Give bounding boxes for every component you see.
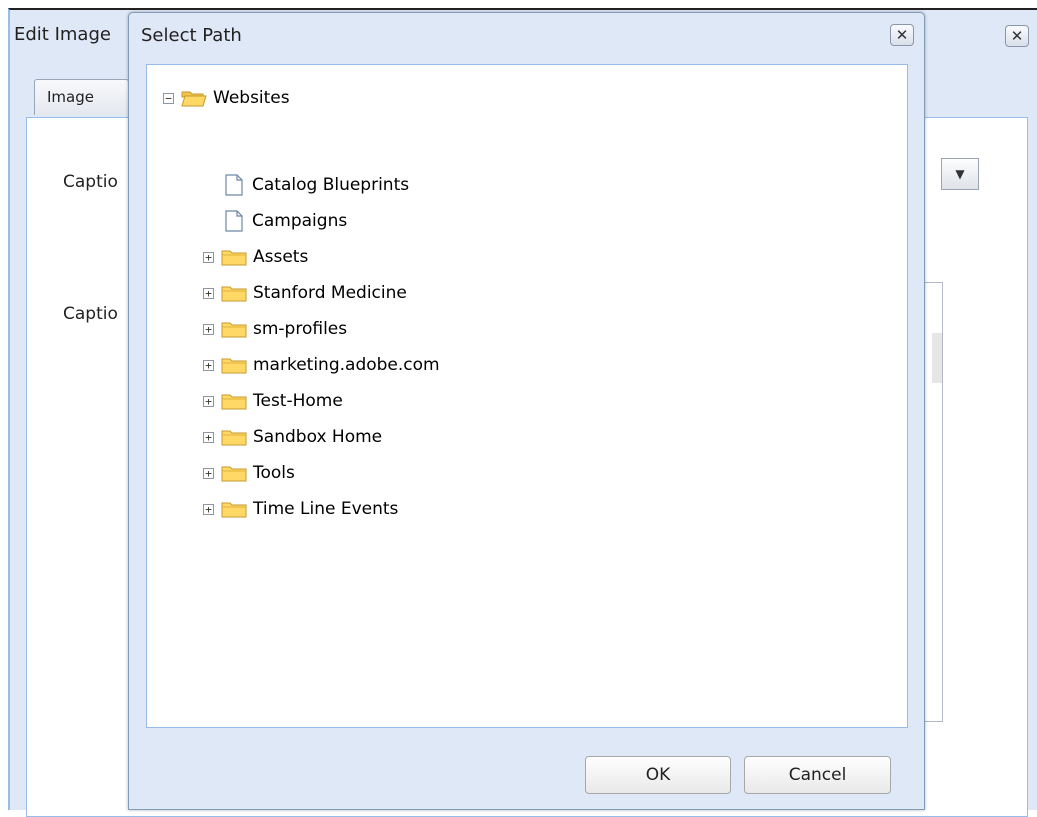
select-path-title: Select Path	[141, 25, 242, 46]
path-tree-panel: − Websites Catalog Blueprints Campaigns …	[146, 64, 908, 728]
tree-node-label: Stanford Medicine	[253, 283, 407, 303]
folder-icon	[221, 394, 247, 410]
caption-label: Captio	[63, 172, 118, 192]
folder-icon	[221, 322, 247, 338]
folder-icon	[221, 358, 247, 374]
tab-image[interactable]: Image	[34, 79, 129, 115]
tree-node-label: Websites	[213, 88, 290, 108]
tree-node-label: Time Line Events	[253, 499, 399, 519]
tree-node-label: Tools	[253, 463, 295, 483]
tree-node-websites[interactable]: − Websites	[163, 84, 290, 112]
folder-icon	[221, 286, 247, 302]
scrollbar-thumb[interactable]	[932, 333, 942, 383]
select-path-dialog: Select Path ✕ − Websites Catalog Bluepri…	[128, 12, 925, 810]
expand-icon[interactable]: +	[203, 431, 214, 443]
tree-node-label: sm-profiles	[253, 319, 348, 339]
tree-node-stanford-medicine[interactable]: + Stanford Medicine	[203, 279, 407, 307]
tree-node-assets[interactable]: + Assets	[203, 243, 308, 271]
page-icon	[225, 210, 243, 232]
folder-open-icon	[181, 91, 207, 107]
expand-icon[interactable]: +	[203, 395, 214, 407]
expand-icon[interactable]: +	[203, 503, 214, 515]
tree-node-label: Sandbox Home	[253, 427, 383, 447]
tree-node-time-line-events[interactable]: + Time Line Events	[203, 495, 398, 523]
tree-node-campaigns[interactable]: Campaigns	[225, 207, 347, 235]
close-icon[interactable]: ✕	[890, 24, 914, 46]
folder-icon	[221, 250, 247, 266]
tree-node-sm-profiles[interactable]: + sm-profiles	[203, 315, 347, 343]
caption-label: Captio	[63, 304, 118, 324]
edit-dialog-title: Edit Image	[14, 24, 111, 45]
tree-node-label: Assets	[253, 247, 309, 267]
folder-icon	[221, 502, 247, 518]
tree-node-label: Campaigns	[252, 211, 348, 231]
expand-icon[interactable]: +	[203, 359, 214, 371]
tree-node-tools[interactable]: + Tools	[203, 459, 295, 487]
tree-node-catalog-blueprints[interactable]: Catalog Blueprints	[225, 171, 409, 199]
collapse-icon[interactable]: −	[163, 92, 174, 104]
ok-button[interactable]: OK	[585, 756, 731, 794]
expand-icon[interactable]: +	[203, 467, 214, 479]
edit-dialog-close-icon[interactable]: ✕	[1005, 25, 1029, 47]
tree-node-label: Test-Home	[253, 391, 343, 411]
expand-icon[interactable]: +	[203, 251, 214, 263]
tree-node-label: marketing.adobe.com	[253, 355, 440, 375]
dialog-footer: OK Cancel	[129, 728, 924, 811]
tree-node-marketing-adobe-com[interactable]: + marketing.adobe.com	[203, 351, 440, 379]
tree-node-label: Catalog Blueprints	[252, 175, 410, 195]
folder-icon	[221, 466, 247, 482]
expand-icon[interactable]: +	[203, 287, 214, 299]
tree-node-test-home[interactable]: + Test-Home	[203, 387, 343, 415]
page-icon	[225, 174, 243, 196]
chevron-down-icon[interactable]: ▼	[941, 158, 979, 190]
cancel-button[interactable]: Cancel	[744, 756, 891, 794]
folder-icon	[221, 430, 247, 446]
expand-icon[interactable]: +	[203, 323, 214, 335]
tree-node-sandbox-home[interactable]: + Sandbox Home	[203, 423, 382, 451]
